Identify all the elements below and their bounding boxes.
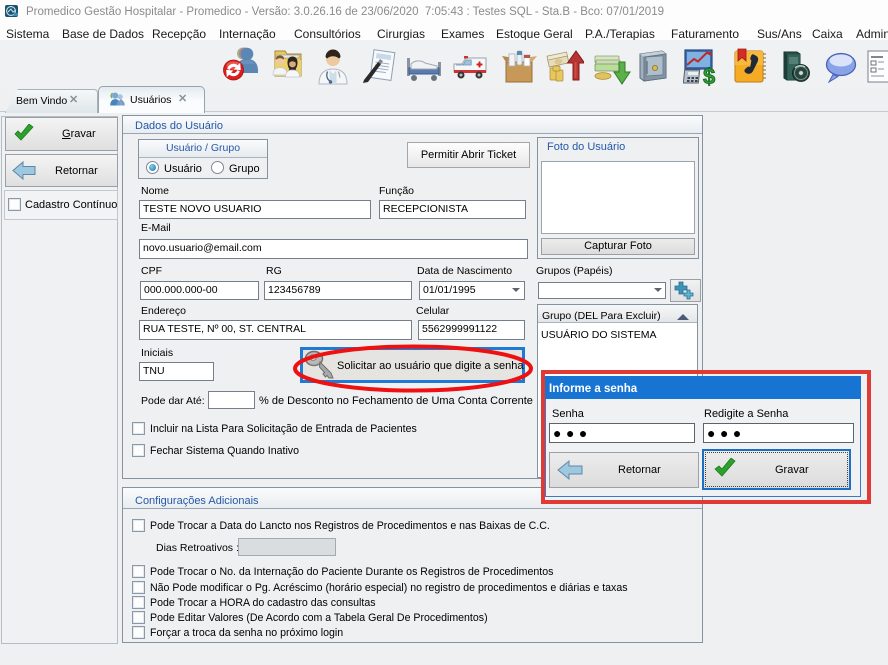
svg-text:$: $ bbox=[703, 64, 715, 86]
